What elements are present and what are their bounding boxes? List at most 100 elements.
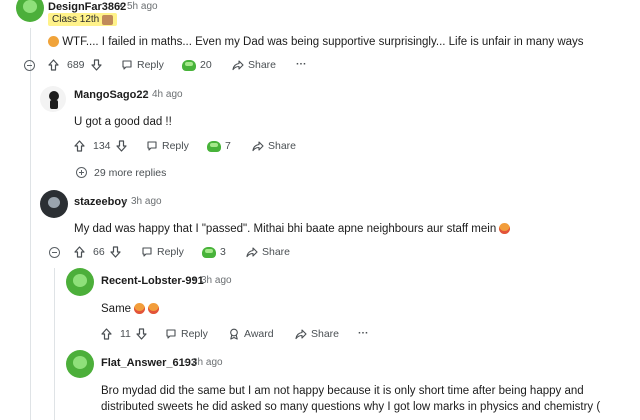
- avatar[interactable]: [40, 190, 68, 218]
- comment-text: Same: [101, 303, 132, 315]
- award-button[interactable]: 7: [207, 140, 231, 152]
- reply-bubble-icon: [142, 247, 152, 257]
- downvote-arrow-icon: [91, 59, 102, 71]
- award-icon: [202, 246, 216, 258]
- award-ribbon-icon: [230, 328, 238, 340]
- share-label: Share: [311, 328, 340, 340]
- avatar[interactable]: [66, 268, 94, 296]
- separator-dot: •: [184, 357, 188, 368]
- separator-dot: •: [119, 1, 123, 12]
- comment-timestamp: 3h ago: [131, 196, 162, 207]
- upvote-arrow-icon: [101, 328, 112, 340]
- upvote-button[interactable]: 66: [74, 246, 105, 258]
- comment-timestamp: 3h ago: [192, 357, 223, 368]
- award-count: 3: [220, 246, 226, 258]
- vote-count: 66: [93, 246, 105, 258]
- reply-button[interactable]: Reply: [146, 140, 189, 152]
- award-label: Award: [244, 328, 274, 340]
- downvote-button[interactable]: [91, 59, 102, 71]
- expand-replies-icon[interactable]: [76, 167, 87, 178]
- downvote-button[interactable]: [110, 246, 121, 258]
- kiss-emoji-icon: [134, 303, 146, 314]
- share-button[interactable]: Share: [246, 246, 290, 258]
- comment-body: WTF.... I failed in maths... Even my Dad…: [48, 36, 628, 48]
- reply-button[interactable]: Reply: [165, 328, 208, 340]
- reply-bubble-icon: [147, 141, 157, 151]
- kiss-emoji-icon: [148, 303, 160, 314]
- downvote-button[interactable]: [116, 140, 127, 152]
- thread-line: [54, 268, 55, 420]
- upvote-button[interactable]: 11: [101, 328, 131, 340]
- share-button[interactable]: Share: [295, 328, 339, 340]
- reply-button[interactable]: Reply: [141, 246, 184, 258]
- reply-bubble-icon: [166, 329, 176, 339]
- collapse-thread-icon[interactable]: [24, 60, 35, 71]
- award-button[interactable]: 20: [182, 59, 212, 71]
- comment-username[interactable]: DesignFar3862: [48, 1, 126, 13]
- comment-timestamp: 4h ago: [152, 89, 183, 100]
- comment-timestamp: 3h ago: [201, 275, 232, 286]
- comment-timestamp: 5h ago: [127, 1, 158, 12]
- award-button[interactable]: Award: [228, 328, 274, 340]
- comment-text: My dad was happy that I "passed". Mithai…: [74, 223, 497, 235]
- vote-count: 134: [93, 140, 111, 152]
- share-arrow-icon: [295, 329, 307, 340]
- more-replies-link[interactable]: 29 more replies: [94, 167, 166, 179]
- award-button[interactable]: 3: [202, 246, 226, 258]
- reply-label: Reply: [137, 59, 164, 71]
- comment-username[interactable]: stazeeboy: [74, 196, 127, 208]
- flair-label: Class 12th: [52, 14, 100, 25]
- vote-count: 11: [120, 328, 131, 340]
- downvote-arrow-icon: [136, 328, 147, 340]
- avatar[interactable]: [16, 0, 44, 22]
- share-arrow-icon: [252, 141, 264, 152]
- comment-body: Same: [101, 303, 160, 315]
- upvote-button[interactable]: 134: [74, 140, 111, 152]
- comment-body: My dad was happy that I "passed". Mithai…: [74, 223, 634, 235]
- thread-line: [30, 28, 31, 420]
- more-options-button[interactable]: ···: [358, 327, 369, 339]
- kiss-emoji-icon: [499, 223, 511, 234]
- avatar[interactable]: [40, 86, 66, 112]
- award-count: 20: [200, 59, 212, 71]
- comment-username[interactable]: Recent-Lobster-991: [101, 275, 204, 287]
- more-options-button[interactable]: ···: [296, 58, 307, 70]
- separator-dot: •: [145, 89, 149, 100]
- reply-bubble-icon: [122, 60, 132, 70]
- user-flair: Class 12th: [48, 13, 118, 26]
- avatar[interactable]: [66, 350, 94, 378]
- comment-text: Bro mydad did the same but I am not happ…: [101, 385, 601, 413]
- comment-text: WTF.... I failed in maths... Even my Dad…: [62, 36, 584, 48]
- share-button[interactable]: Share: [252, 140, 296, 152]
- avatar-figure-icon: [49, 91, 59, 109]
- share-label: Share: [262, 246, 291, 258]
- award-count: 7: [225, 140, 231, 152]
- downvote-arrow-icon: [116, 140, 127, 152]
- comment-text: U got a good dad !!: [74, 116, 172, 128]
- separator-dot: •: [124, 196, 128, 207]
- comment-username[interactable]: Flat_Answer_6193: [101, 357, 197, 369]
- share-label: Share: [268, 140, 297, 152]
- share-arrow-icon: [232, 60, 244, 71]
- reply-label: Reply: [162, 140, 189, 152]
- upvote-button[interactable]: 689: [48, 59, 85, 71]
- collapse-thread-icon[interactable]: [49, 247, 60, 258]
- vote-count: 689: [67, 59, 85, 71]
- reply-label: Reply: [157, 246, 184, 258]
- reply-button[interactable]: Reply: [121, 59, 164, 71]
- upvote-arrow-icon: [74, 140, 85, 152]
- share-button[interactable]: Share: [232, 59, 276, 71]
- flair-emoji-icon: [102, 14, 114, 25]
- downvote-button[interactable]: [136, 328, 147, 340]
- share-label: Share: [248, 59, 277, 71]
- separator-dot: •: [193, 275, 197, 286]
- award-icon: [182, 59, 196, 71]
- comment-username[interactable]: MangoSago22: [74, 89, 149, 101]
- upvote-arrow-icon: [48, 59, 59, 71]
- award-icon: [207, 140, 221, 152]
- downvote-arrow-icon: [110, 246, 121, 258]
- emoji-icon: [48, 36, 59, 47]
- share-arrow-icon: [246, 247, 258, 258]
- reply-label: Reply: [181, 328, 208, 340]
- upvote-arrow-icon: [74, 246, 85, 258]
